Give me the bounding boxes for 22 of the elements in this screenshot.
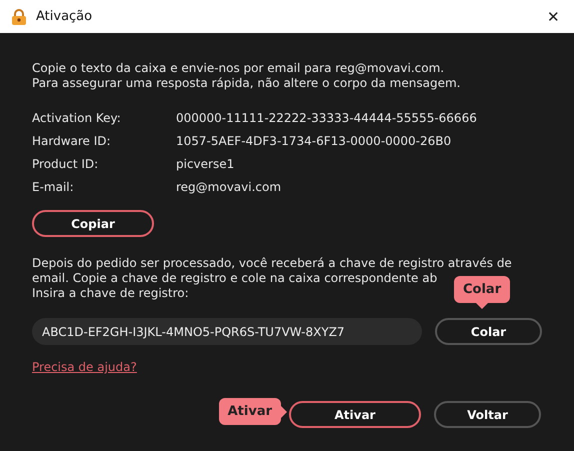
info-value: reg@movavi.com <box>176 180 282 195</box>
close-button[interactable]: ✕ <box>543 8 564 26</box>
info-label: E-mail: <box>32 180 75 195</box>
intro-text: Copie o texto da caixa e envie-nos por email para reg@movavi.com. Para assegurar uma resposta rápida, não altere o corpo da mensagem. <box>32 61 460 91</box>
key-label: Insira a chave de registro: <box>32 286 189 301</box>
help-link[interactable]: Precisa de ajuda? <box>32 360 137 374</box>
activate-button[interactable]: Ativar <box>289 401 421 428</box>
info-label: Activation Key: <box>32 111 122 126</box>
info-label: Product ID: <box>32 157 100 172</box>
copy-button[interactable]: Copiar <box>32 210 154 237</box>
registration-key-field[interactable]: ABC1D-EF2GH-I3JKL-4MNO5-PQR6S-TU7VW-8XYZ7 <box>32 318 422 345</box>
paste-callout: Colar <box>454 276 510 303</box>
paste-button[interactable]: Colar <box>435 318 542 345</box>
info-value: picverse1 <box>176 157 236 172</box>
window-title: Ativação <box>36 9 94 24</box>
callout-pointer <box>476 303 488 309</box>
back-button[interactable]: Voltar <box>434 401 541 428</box>
info-value: 000000-11111-22222-33333-44444-55555-66666 <box>176 111 478 126</box>
info-value: 1057-5AEF-4DF3-1734-6F13-0000-0000-26B0 <box>176 134 452 149</box>
activate-callout: Ativar <box>218 398 281 425</box>
padlock-icon <box>10 8 28 26</box>
info-label: Hardware ID: <box>32 134 112 149</box>
